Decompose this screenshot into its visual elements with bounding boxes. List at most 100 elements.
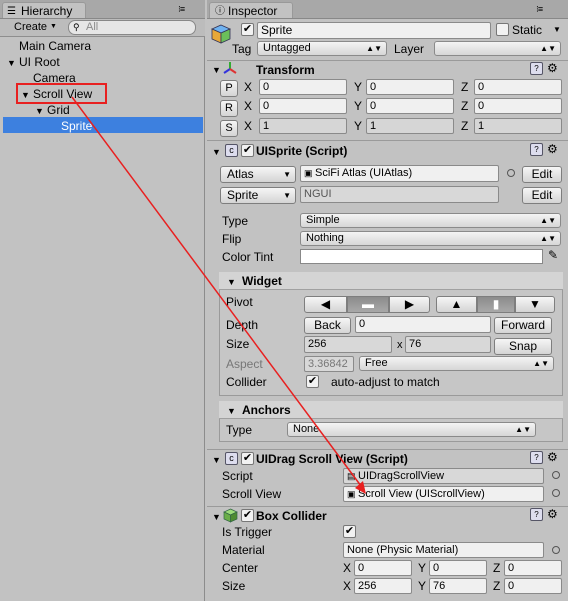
z-label: Z [493, 561, 501, 575]
collapse-arrow-icon[interactable]: ▼ [227, 277, 236, 287]
collapse-arrow-icon[interactable]: ▼ [212, 455, 221, 465]
object-name-field[interactable]: Sprite [257, 22, 491, 39]
scrollview-field[interactable]: ▣ Scroll View (UIScrollView) [343, 486, 544, 502]
hierarchy-item-ui-root[interactable]: UI Root [19, 55, 60, 69]
hierarchy-item-grid[interactable]: Grid [47, 103, 70, 117]
script-label: Script [222, 469, 253, 483]
center-y-field[interactable]: 0 [429, 560, 487, 576]
position-y-field[interactable]: 0 [366, 79, 454, 95]
color-tint-swatch[interactable] [300, 249, 543, 264]
collapse-arrow-icon[interactable]: ▼ [212, 65, 221, 75]
center-z-field[interactable]: 0 [504, 560, 562, 576]
component-enabled-checkbox[interactable]: ✔ [241, 144, 254, 157]
scale-reset-button[interactable]: S [220, 120, 238, 137]
panel-menu-icon[interactable]: ⁝≡ [536, 4, 543, 15]
position-x-field[interactable]: 0 [259, 79, 347, 95]
pivot-center-button[interactable]: ▬ [347, 296, 389, 313]
scale-y-field[interactable]: 1 [366, 118, 454, 134]
gear-icon[interactable]: ⚙ [547, 62, 558, 74]
script-icon: c [225, 452, 238, 465]
center-x-field[interactable]: 0 [354, 560, 412, 576]
active-checkbox[interactable]: ✔ [241, 23, 254, 36]
anchors-type-label: Type [226, 423, 253, 437]
material-field[interactable]: None (Physic Material) [343, 542, 544, 558]
panel-menu-icon[interactable]: ⁝≡ [178, 4, 185, 15]
sprite-edit-button[interactable]: Edit [522, 187, 562, 204]
position-reset-button[interactable]: P [220, 80, 238, 97]
is-trigger-label: Is Trigger [222, 525, 273, 539]
inspector-tab[interactable]: ⓘ Inspector [209, 2, 293, 18]
collapse-arrow-icon[interactable]: ▼ [212, 512, 221, 522]
y-label: Y [354, 80, 363, 94]
hierarchy-item-sprite[interactable]: Sprite [61, 119, 92, 133]
static-dropdown-arrow-icon[interactable]: ▼ [553, 25, 561, 34]
type-dropdown[interactable]: Simple ▲▼ [300, 213, 561, 228]
help-icon[interactable]: ? [530, 451, 543, 464]
create-button[interactable]: Create ▼ [6, 20, 61, 35]
static-checkbox[interactable] [496, 23, 509, 36]
expand-arrow-icon[interactable]: ▼ [35, 106, 44, 116]
collapse-arrow-icon[interactable]: ▼ [212, 147, 221, 157]
snap-button[interactable]: Snap [494, 338, 552, 355]
anchors-type-dropdown[interactable]: None ▲▼ [287, 422, 536, 437]
help-icon[interactable]: ? [530, 508, 543, 521]
atlas-object-icon: ▣ [304, 168, 316, 178]
aspect-dropdown[interactable]: Free ▲▼ [359, 356, 554, 371]
help-icon[interactable]: ? [530, 62, 543, 75]
tag-label: Tag [232, 42, 252, 56]
size-y-field[interactable]: 76 [429, 578, 487, 594]
search-field[interactable]: ⚲ All [68, 20, 196, 35]
pivot-bottom-button[interactable]: ▼ [515, 296, 555, 313]
position-z-field[interactable]: 0 [474, 79, 562, 95]
size-height-field[interactable]: 76 [405, 336, 491, 353]
gear-icon[interactable]: ⚙ [547, 143, 558, 155]
help-icon[interactable]: ? [530, 143, 543, 156]
component-enabled-checkbox[interactable]: ✔ [241, 509, 254, 522]
atlas-button[interactable]: Atlas ▼ [220, 166, 296, 183]
atlas-edit-button[interactable]: Edit [522, 166, 562, 183]
object-picker-icon[interactable] [552, 489, 560, 497]
size-width-field[interactable]: 256 [304, 336, 392, 353]
aspect-label: Aspect [226, 357, 263, 371]
pivot-right-button[interactable]: ▶ [389, 296, 430, 313]
gear-icon[interactable]: ⚙ [547, 451, 558, 463]
object-picker-icon[interactable] [552, 471, 560, 479]
eyedropper-icon[interactable]: ✎ [548, 248, 558, 262]
search-icon: ⚲ [73, 22, 80, 32]
collapse-arrow-icon[interactable]: ▼ [227, 406, 236, 416]
rotation-y-field[interactable]: 0 [366, 98, 454, 114]
hierarchy-item-main-camera[interactable]: Main Camera [19, 39, 91, 53]
size-x-field[interactable]: 256 [354, 578, 412, 594]
depth-forward-button[interactable]: Forward [494, 317, 552, 334]
expand-arrow-icon[interactable]: ▼ [7, 58, 16, 68]
scale-x-field[interactable]: 1 [259, 118, 347, 134]
component-enabled-checkbox[interactable]: ✔ [241, 452, 254, 465]
gear-icon[interactable]: ⚙ [547, 508, 558, 520]
pivot-middle-button[interactable]: ▮ [477, 296, 515, 313]
pivot-top-button[interactable]: ▲ [436, 296, 477, 313]
rotation-z-field[interactable]: 0 [474, 98, 562, 114]
sprite-button[interactable]: Sprite ▼ [220, 187, 296, 204]
object-picker-icon[interactable] [507, 169, 515, 177]
rotation-reset-button[interactable]: R [220, 100, 238, 117]
scale-z-field[interactable]: 1 [474, 118, 562, 134]
aspect-field: 3.36842 [304, 356, 354, 372]
type-label: Type [222, 214, 249, 228]
depth-field[interactable]: 0 [355, 316, 491, 333]
atlas-field[interactable]: ▣ SciFi Atlas (UIAtlas) [300, 165, 499, 182]
sprite-field[interactable]: NGUI [300, 186, 499, 203]
size-z-field[interactable]: 0 [504, 578, 562, 594]
flip-dropdown[interactable]: Nothing ▲▼ [300, 231, 561, 246]
collider-checkbox[interactable]: ✔ [306, 375, 319, 388]
z-label: Z [461, 119, 469, 133]
search-placeholder: All [86, 21, 99, 33]
pivot-left-button[interactable]: ◀ [304, 296, 347, 313]
widget-title: Widget [242, 274, 282, 288]
rotation-x-field[interactable]: 0 [259, 98, 347, 114]
tag-dropdown[interactable]: Untagged ▲▼ [257, 41, 387, 56]
object-picker-icon[interactable] [552, 546, 560, 554]
depth-back-button[interactable]: Back [304, 317, 351, 334]
is-trigger-checkbox[interactable]: ✔ [343, 525, 356, 538]
layer-dropdown[interactable]: ▲▼ [434, 41, 561, 56]
hierarchy-tab[interactable]: ☰ Hierarchy [2, 2, 86, 18]
